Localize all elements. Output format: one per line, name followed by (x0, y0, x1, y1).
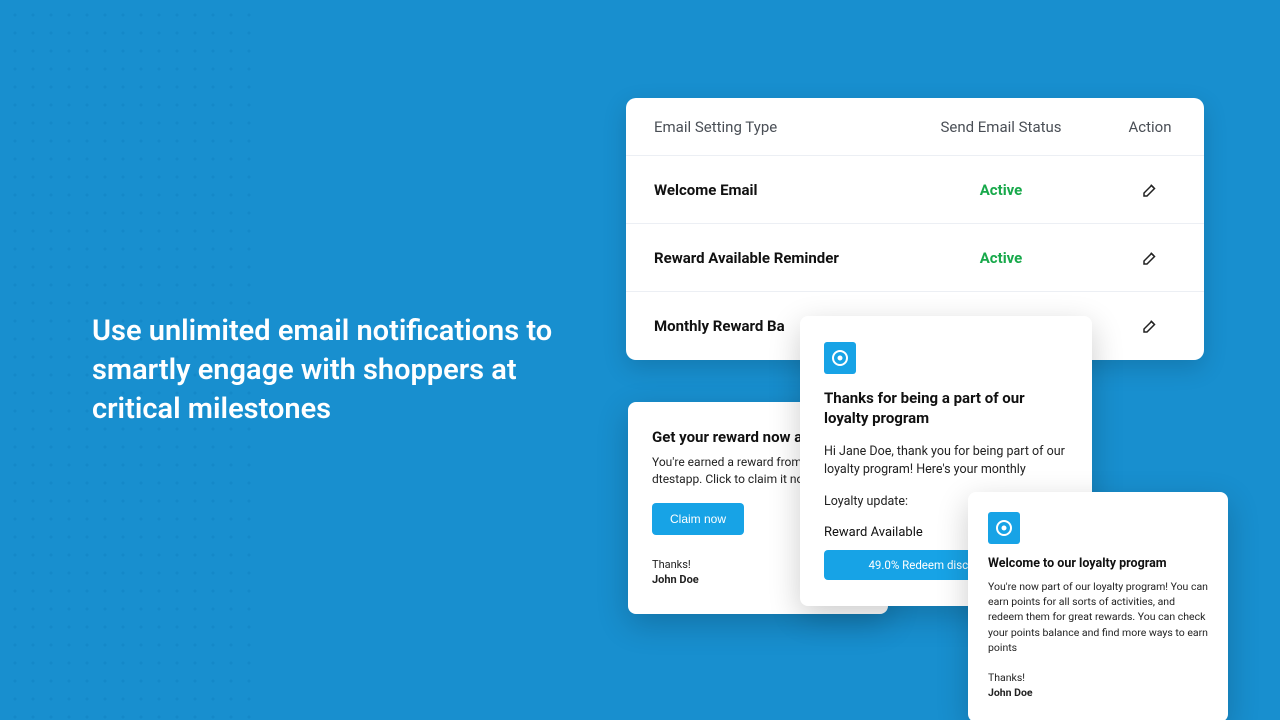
edit-icon (1141, 181, 1159, 199)
card-greeting: Hi Jane Doe, thank you for being part of… (824, 443, 1068, 479)
card-title: Welcome to our loyalty program (988, 556, 1208, 571)
header-action: Action (1096, 118, 1204, 136)
thanks-label: Thanks! (988, 671, 1025, 684)
signer-name: John Doe (988, 686, 1208, 701)
edit-button[interactable] (1135, 311, 1165, 341)
table-row: Welcome Email Active (626, 156, 1204, 224)
claim-now-button[interactable]: Claim now (652, 503, 744, 535)
welcome-card: Welcome to our loyalty program You're no… (968, 492, 1228, 720)
row-type: Reward Available Reminder (626, 249, 906, 267)
headline: Use unlimited email notifications to sma… (92, 312, 562, 429)
table-header-row: Email Setting Type Send Email Status Act… (626, 98, 1204, 156)
row-status: Active (906, 181, 1096, 199)
row-type: Welcome Email (626, 181, 906, 199)
thanks-label: Thanks! (652, 558, 691, 571)
brand-logo-icon (988, 512, 1020, 544)
signature: Thanks! John Doe (988, 671, 1208, 700)
card-title: Thanks for being a part of our loyalty p… (824, 388, 1068, 429)
edit-icon (1141, 317, 1159, 335)
edit-button[interactable] (1135, 175, 1165, 205)
edit-button[interactable] (1135, 243, 1165, 273)
row-status: Active (906, 249, 1096, 267)
card-body: You're now part of our loyalty program! … (988, 579, 1208, 655)
header-type: Email Setting Type (626, 118, 906, 136)
brand-logo-icon (824, 342, 856, 374)
table-row: Reward Available Reminder Active (626, 224, 1204, 292)
edit-icon (1141, 249, 1159, 267)
header-status: Send Email Status (906, 118, 1096, 136)
